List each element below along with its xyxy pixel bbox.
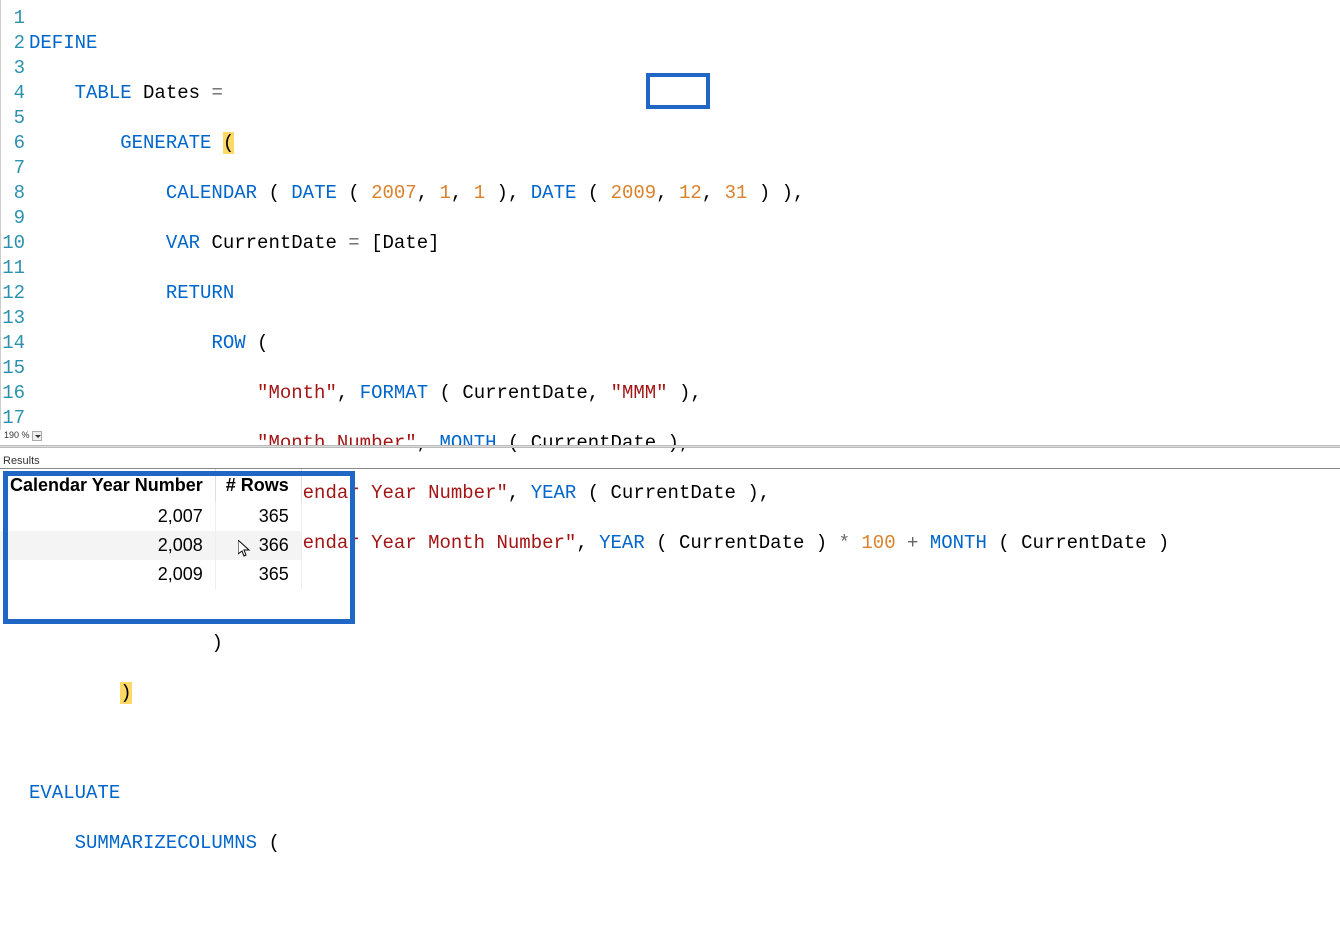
line-number: 1: [1, 6, 25, 31]
line-number: 11: [1, 256, 25, 281]
line-number: 6: [1, 131, 25, 156]
code-line[interactable]: CALENDAR ( DATE ( 2007, 1, 1 ), DATE ( 2…: [29, 181, 1340, 206]
code-line[interactable]: VAR CurrentDate = [Date]: [29, 231, 1340, 256]
code-editor[interactable]: 1 2 3 4 5 6 7 8 9 10 11 12 13 14 15 16 1…: [0, 0, 1340, 430]
line-number: 3: [1, 56, 25, 81]
zoom-control[interactable]: 190 %: [0, 430, 42, 441]
line-number: 7: [1, 156, 25, 181]
line-number: 9: [1, 206, 25, 231]
zoom-value: 190 %: [4, 430, 30, 440]
line-number: 10: [1, 231, 25, 256]
results-table[interactable]: Calendar Year Number # Rows 2,007 365 2,…: [0, 469, 302, 589]
code-line[interactable]: SUMMARIZECOLUMNS (: [29, 831, 1340, 856]
code-line[interactable]: ): [29, 681, 1340, 706]
results-tab[interactable]: Results: [0, 455, 40, 467]
line-number: 16: [1, 381, 25, 406]
code-line[interactable]: [29, 731, 1340, 756]
code-line[interactable]: DEFINE: [29, 31, 1340, 56]
line-number: 14: [1, 331, 25, 356]
panel-divider[interactable]: [0, 445, 1340, 448]
cell-year[interactable]: 2,009: [0, 560, 215, 589]
code-line[interactable]: "Month Number", MONTH ( CurrentDate ),: [29, 431, 1340, 456]
cell-rows[interactable]: 365: [215, 502, 301, 531]
code-line[interactable]: RETURN: [29, 281, 1340, 306]
line-gutter: 1 2 3 4 5 6 7 8 9 10 11 12 13 14 15 16 1…: [1, 0, 29, 430]
line-number: 13: [1, 306, 25, 331]
code-area[interactable]: DEFINE TABLE Dates = GENERATE ( CALENDAR…: [29, 0, 1340, 430]
line-number: 4: [1, 81, 25, 106]
table-row[interactable]: 2,007 365: [0, 502, 301, 531]
column-header[interactable]: Calendar Year Number: [0, 469, 215, 502]
code-line[interactable]: TABLE Dates =: [29, 81, 1340, 106]
code-line[interactable]: ROW (: [29, 331, 1340, 356]
cell-year[interactable]: 2,008: [0, 531, 215, 560]
line-number: 8: [1, 181, 25, 206]
line-number: 17: [1, 406, 25, 431]
line-number: 12: [1, 281, 25, 306]
column-header[interactable]: # Rows: [215, 469, 301, 502]
table-row[interactable]: 2,008 366: [0, 531, 301, 560]
zoom-dropdown-icon[interactable]: [32, 431, 42, 441]
line-number: 5: [1, 106, 25, 131]
results-panel: Calendar Year Number # Rows 2,007 365 2,…: [0, 468, 1340, 650]
cell-year[interactable]: 2,007: [0, 502, 215, 531]
cell-rows[interactable]: 366: [215, 531, 301, 560]
table-header-row: Calendar Year Number # Rows: [0, 469, 301, 502]
code-line[interactable]: "Month", FORMAT ( CurrentDate, "MMM" ),: [29, 381, 1340, 406]
line-number: 15: [1, 356, 25, 381]
table-row[interactable]: 2,009 365: [0, 560, 301, 589]
code-line[interactable]: EVALUATE: [29, 781, 1340, 806]
cell-rows[interactable]: 365: [215, 560, 301, 589]
line-number: 2: [1, 31, 25, 56]
code-line[interactable]: GENERATE (: [29, 131, 1340, 156]
